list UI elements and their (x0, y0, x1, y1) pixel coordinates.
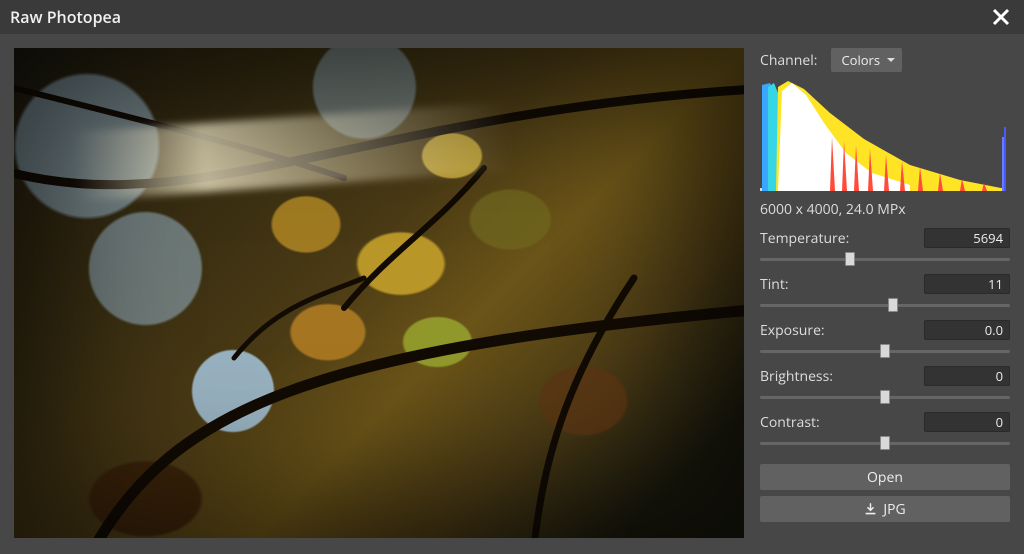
contrast-label: Contrast: (760, 413, 924, 432)
contrast-slider[interactable] (760, 435, 1010, 451)
exposure-slider[interactable] (760, 343, 1010, 359)
temperature-slider-thumb[interactable] (845, 252, 855, 266)
tint-value-input[interactable] (924, 274, 1010, 294)
open-button-label: Open (867, 468, 903, 487)
channel-dropdown[interactable]: Colors (831, 48, 902, 72)
tint-slider-thumb[interactable] (888, 298, 898, 312)
close-icon (991, 7, 1011, 27)
exposure-label: Exposure: (760, 321, 924, 340)
exposure-value-input[interactable] (924, 320, 1010, 340)
brightness-value-input[interactable] (924, 366, 1010, 386)
image-preview[interactable] (14, 48, 744, 538)
download-icon (864, 503, 877, 516)
titlebar: Raw Photopea (0, 0, 1024, 34)
temperature-label: Temperature: (760, 229, 924, 248)
brightness-slider[interactable] (760, 389, 1010, 405)
temperature-value-input[interactable] (924, 228, 1010, 248)
contrast-value-input[interactable] (924, 412, 1010, 432)
brightness-slider-thumb[interactable] (880, 390, 890, 404)
close-button[interactable] (988, 4, 1014, 30)
adjustments-panel: Channel: Colors (760, 48, 1010, 540)
temperature-slider[interactable] (760, 251, 1010, 267)
brightness-control: Brightness: (760, 366, 1010, 405)
channel-label: Channel: (760, 51, 817, 70)
contrast-slider-thumb[interactable] (880, 436, 890, 450)
dialog-body: Channel: Colors (0, 34, 1024, 554)
open-button[interactable]: Open (760, 464, 1010, 490)
image-dimensions: 6000 x 4000, 24.0 MPx (760, 200, 1010, 219)
exposure-slider-thumb[interactable] (880, 344, 890, 358)
window-title: Raw Photopea (10, 6, 988, 28)
tint-slider[interactable] (760, 297, 1010, 313)
temperature-control: Temperature: (760, 228, 1010, 267)
action-buttons: Open JPG (760, 464, 1010, 522)
export-jpg-label: JPG (883, 500, 905, 519)
histogram (760, 79, 1006, 191)
export-jpg-button[interactable]: JPG (760, 496, 1010, 522)
tint-control: Tint: (760, 274, 1010, 313)
channel-selected-text: Colors (841, 51, 880, 69)
tint-label: Tint: (760, 275, 924, 294)
exposure-control: Exposure: (760, 320, 1010, 359)
channel-row: Channel: Colors (760, 48, 1010, 72)
contrast-control: Contrast: (760, 412, 1010, 451)
brightness-label: Brightness: (760, 367, 924, 386)
raw-dialog: Raw Photopea (0, 0, 1024, 554)
